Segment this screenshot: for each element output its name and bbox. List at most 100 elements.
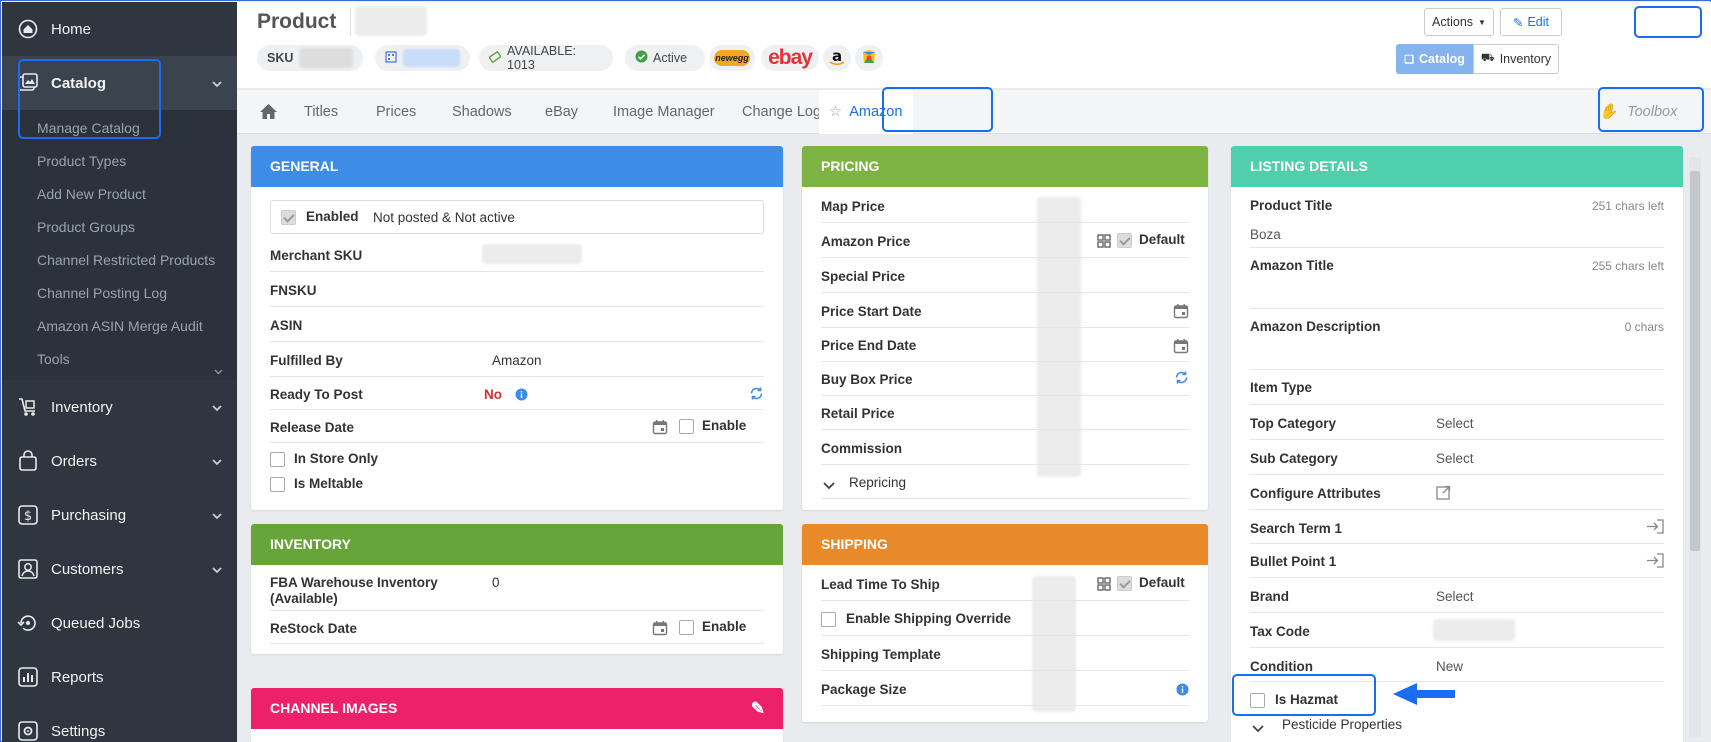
chevron-down-icon bbox=[214, 355, 223, 375]
grid-icon[interactable] bbox=[1097, 577, 1111, 594]
release-date-enable-checkbox[interactable] bbox=[679, 419, 694, 434]
amazon-title-row[interactable]: Amazon Title 255 chars left bbox=[1250, 248, 1664, 309]
tab-shadows[interactable]: Shadows bbox=[452, 90, 512, 134]
sub-category-select[interactable]: Select bbox=[1436, 451, 1474, 466]
inventory-panel: INVENTORY FBA Warehouse Inventory (Avail… bbox=[251, 524, 783, 654]
asin-label: ASIN bbox=[270, 318, 303, 333]
sidebar-item-catalog[interactable]: Catalog bbox=[2, 56, 237, 110]
refresh-icon[interactable] bbox=[1174, 370, 1189, 388]
ebay-channel[interactable]: ebay bbox=[761, 45, 819, 71]
in-store-only-checkbox[interactable] bbox=[270, 452, 285, 467]
amazon-price-default-checkbox[interactable] bbox=[1117, 233, 1132, 248]
tax-code-label: Tax Code bbox=[1250, 624, 1310, 639]
tab-image-manager[interactable]: Image Manager bbox=[613, 90, 715, 134]
catalog-toggle[interactable]: ❏ Catalog bbox=[1396, 44, 1473, 74]
sidebar-item-label: Inventory bbox=[51, 398, 113, 416]
item-type-row: Item Type bbox=[1250, 370, 1664, 405]
calendar-icon[interactable] bbox=[652, 419, 668, 438]
sidebar-sub-channel-posting-log[interactable]: Channel Posting Log bbox=[2, 277, 237, 310]
is-meltable-label: Is Meltable bbox=[294, 476, 364, 491]
top-category-select[interactable]: Select bbox=[1436, 416, 1474, 431]
is-hazmat-checkbox[interactable] bbox=[1250, 693, 1265, 708]
product-header: Product SKU AVAILABLE: 1013 Active neweg… bbox=[237, 2, 1711, 88]
sidebar-sub-channel-restricted[interactable]: Channel Restricted Products bbox=[2, 244, 237, 277]
sign-in-icon[interactable] bbox=[1646, 519, 1664, 537]
calendar-icon[interactable] bbox=[1173, 338, 1189, 357]
sidebar-item-label: Purchasing bbox=[51, 506, 127, 524]
merchant-sku-label: Merchant SKU bbox=[270, 248, 363, 263]
sign-in-icon[interactable] bbox=[1646, 553, 1664, 571]
pencil-icon[interactable]: ✎ bbox=[751, 688, 765, 729]
sidebar-sub-product-types[interactable]: Product Types bbox=[2, 145, 237, 178]
sidebar-item-reports[interactable]: Reports bbox=[2, 650, 237, 704]
product-tabs: Titles Prices Shadows eBay Image Manager… bbox=[237, 90, 1711, 164]
retail-price-row: Retail Price bbox=[821, 396, 1189, 430]
sidebar-sub-add-new-product[interactable]: Add New Product bbox=[2, 178, 237, 211]
edit-button[interactable]: ✎ Edit bbox=[1500, 8, 1562, 36]
inventory-toggle[interactable]: ⛟ Inventory bbox=[1473, 44, 1559, 74]
sidebar-item-customers[interactable]: Customers bbox=[2, 542, 237, 596]
toolbox-button[interactable]: ✋ Toolbox bbox=[1599, 90, 1677, 134]
buy-box-price-row: Buy Box Price bbox=[821, 362, 1189, 396]
actions-dropdown[interactable]: Actions ▼ bbox=[1424, 8, 1494, 36]
newegg-logo: newegg bbox=[714, 50, 750, 66]
external-link-icon[interactable] bbox=[1436, 485, 1451, 503]
special-price-row: Special Price bbox=[821, 258, 1189, 293]
product-title-chars-left: 251 chars left bbox=[1591, 199, 1664, 213]
sidebar-item-orders[interactable]: Orders bbox=[2, 434, 237, 488]
tab-change-log[interactable]: Change Log bbox=[742, 90, 821, 134]
tab-prices[interactable]: Prices bbox=[376, 90, 416, 134]
is-meltable-row: Is Meltable bbox=[270, 471, 764, 497]
sidebar-item-home[interactable]: Home bbox=[2, 2, 237, 56]
search-term-row: Search Term 1 bbox=[1250, 510, 1664, 544]
available-count: AVAILABLE: 1013 bbox=[507, 44, 577, 72]
sub-category-row: Sub Category Select bbox=[1250, 440, 1664, 475]
scrollbar-thumb[interactable] bbox=[1690, 171, 1700, 551]
shipping-override-label: Enable Shipping Override bbox=[846, 611, 1012, 626]
shipping-override-checkbox[interactable] bbox=[821, 612, 836, 627]
home-tab-icon[interactable] bbox=[259, 103, 278, 123]
repricing-row[interactable]: Repricing bbox=[821, 465, 1189, 499]
enabled-checkbox[interactable] bbox=[281, 210, 296, 225]
page-title: Product bbox=[257, 10, 337, 33]
tab-ebay[interactable]: eBay bbox=[545, 90, 578, 134]
refresh-icon[interactable] bbox=[749, 386, 764, 404]
sidebar-sub-product-groups[interactable]: Product Groups bbox=[2, 211, 237, 244]
amazon-description-row[interactable]: Amazon Description 0 chars bbox=[1250, 309, 1664, 370]
sidebar-sub-asin-merge-audit[interactable]: Amazon ASIN Merge Audit bbox=[2, 310, 237, 343]
inventory-icon bbox=[16, 395, 40, 419]
google-shopping-icon bbox=[859, 47, 879, 70]
general-panel: GENERAL Enabled Not posted & Not active … bbox=[251, 146, 783, 510]
sidebar-sub-manage-catalog[interactable]: Manage Catalog bbox=[2, 112, 237, 145]
general-header: GENERAL bbox=[251, 146, 783, 187]
sidebar-item-purchasing[interactable]: $ Purchasing bbox=[2, 488, 237, 542]
is-meltable-checkbox[interactable] bbox=[270, 477, 285, 492]
sidebar-item-inventory[interactable]: Inventory bbox=[2, 380, 237, 434]
listing-scrollbar[interactable] bbox=[1689, 157, 1701, 737]
calendar-icon[interactable] bbox=[652, 620, 668, 639]
info-icon[interactable] bbox=[515, 388, 528, 404]
lead-time-default-checkbox[interactable] bbox=[1117, 576, 1132, 591]
brand-select[interactable]: Select bbox=[1436, 589, 1474, 604]
pesticide-row[interactable]: Pesticide Properties bbox=[1250, 710, 1664, 740]
amazon-channel[interactable]: a bbox=[823, 45, 851, 71]
restock-enable-checkbox[interactable] bbox=[679, 620, 694, 635]
available-chip: AVAILABLE: 1013 bbox=[479, 44, 613, 72]
tab-titles[interactable]: Titles bbox=[304, 90, 338, 134]
amazon-price-label: Amazon Price bbox=[821, 234, 911, 249]
grid-icon[interactable] bbox=[1097, 234, 1111, 251]
newegg-channel[interactable]: newegg bbox=[709, 45, 755, 71]
svg-text:$: $ bbox=[24, 509, 32, 524]
sidebar-item-queued-jobs[interactable]: Queued Jobs bbox=[2, 596, 237, 650]
top-category-label: Top Category bbox=[1250, 416, 1337, 431]
toolbox-label: Toolbox bbox=[1627, 104, 1678, 120]
product-title-value-row[interactable]: Boza bbox=[1250, 217, 1664, 248]
condition-value[interactable]: New bbox=[1436, 659, 1463, 674]
calendar-icon[interactable] bbox=[1173, 303, 1189, 322]
sidebar-item-label: Reports bbox=[51, 668, 104, 686]
sidebar-item-settings[interactable]: Settings bbox=[2, 704, 237, 742]
info-icon[interactable] bbox=[1176, 683, 1189, 699]
google-channel[interactable] bbox=[855, 45, 883, 71]
sidebar-sub-tools[interactable]: Tools bbox=[2, 343, 237, 376]
tab-amazon[interactable]: ☆ Amazon ✕ bbox=[819, 90, 913, 164]
